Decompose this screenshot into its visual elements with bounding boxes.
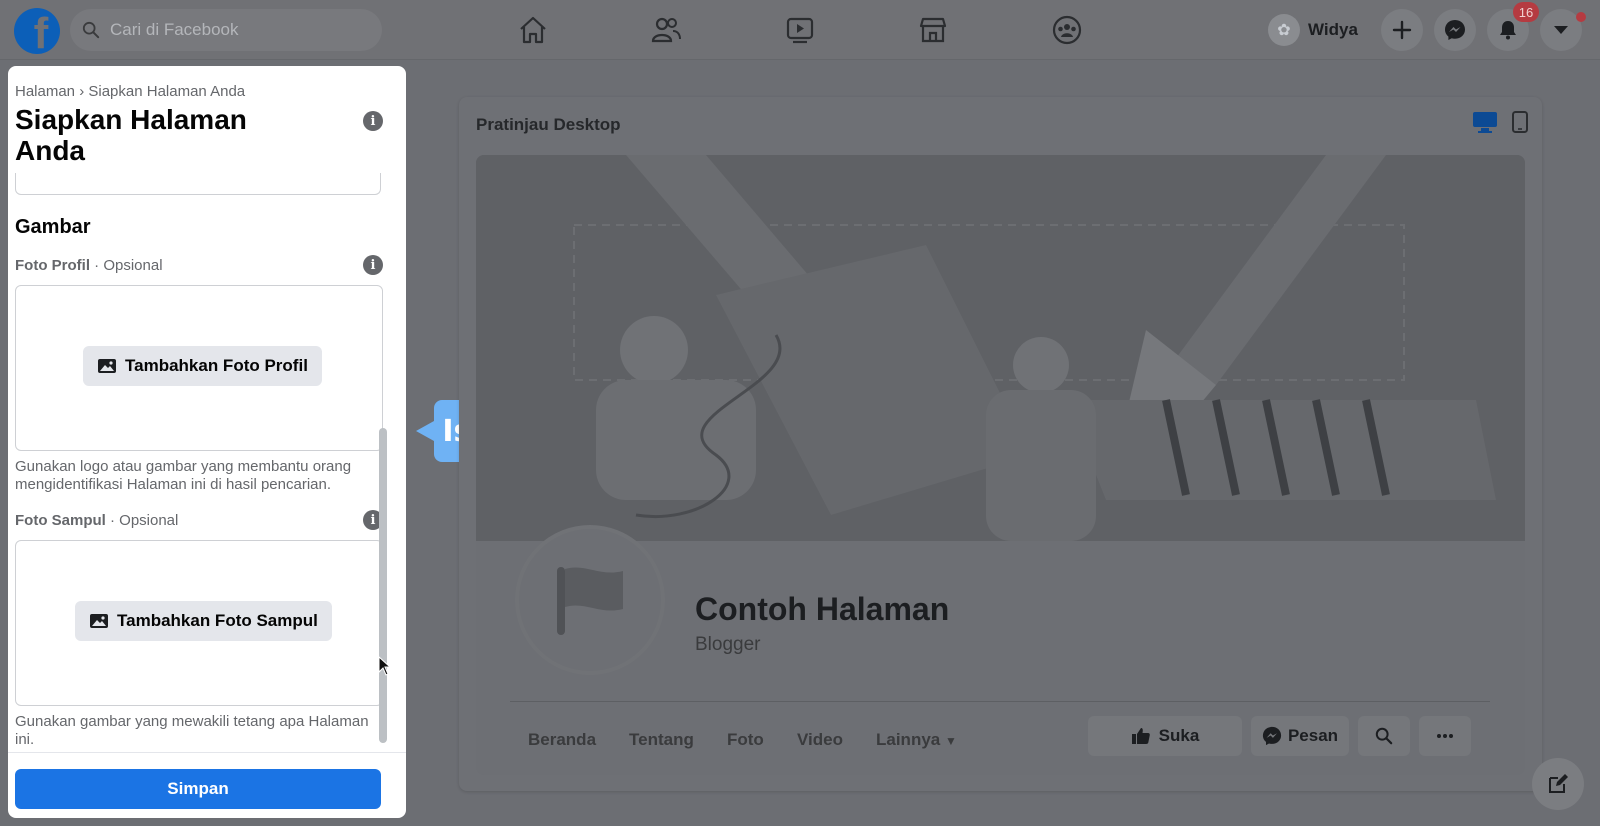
watch-icon[interactable] <box>784 14 816 46</box>
preview-device-switcher <box>1472 111 1528 133</box>
avatar: ✿ <box>1268 14 1300 46</box>
marketplace-icon[interactable] <box>917 14 949 46</box>
page-name: Contoh Halaman <box>695 591 950 627</box>
tooltip-arrow <box>416 421 434 441</box>
breadcrumb[interactable]: Halaman › Siapkan Halaman Anda <box>15 83 245 100</box>
like-button[interactable]: Suka <box>1088 716 1242 756</box>
previous-text-field[interactable] <box>15 173 381 195</box>
groups-icon[interactable] <box>1051 14 1083 46</box>
profile-shortcut[interactable]: ✿ Widya <box>1268 12 1358 48</box>
bell-icon <box>1500 21 1516 40</box>
friends-icon[interactable] <box>650 14 682 46</box>
messenger-button[interactable] <box>1434 9 1476 51</box>
tab-lainnya[interactable]: Lainnya ▼ <box>876 730 957 750</box>
chevron-down-icon: ▼ <box>944 734 957 748</box>
caret-down-icon <box>1554 26 1568 34</box>
cover-illustration <box>476 155 1525 541</box>
preview-divider <box>510 701 1490 702</box>
tab-beranda[interactable]: Beranda <box>528 730 596 750</box>
facebook-logo[interactable]: f <box>14 8 60 54</box>
image-icon <box>90 614 108 628</box>
page-category: Blogger <box>695 634 761 655</box>
flag-icon <box>557 567 623 635</box>
add-cover-photo-button[interactable]: Tambahkan Foto Sampul <box>75 601 332 641</box>
profile-photo-dropzone[interactable]: Tambahkan Foto Profil <box>15 285 383 451</box>
images-section-title: Gambar <box>15 216 91 238</box>
cover-photo-hint: Gunakan gambar yang mewakili tetang apa … <box>15 713 369 748</box>
message-button[interactable]: Pesan <box>1251 716 1349 756</box>
messenger-icon <box>1445 20 1465 40</box>
tab-tentang[interactable]: Tentang <box>629 730 694 750</box>
search-placeholder: Cari di Facebook <box>110 20 239 39</box>
save-button[interactable]: Simpan <box>15 769 381 809</box>
mobile-icon[interactable] <box>1512 111 1528 133</box>
setup-page-panel: Halaman › Siapkan Halaman Anda Siapkan H… <box>8 66 406 818</box>
profile-photo-hint: Gunakan logo atau gambar yang membantu o… <box>15 458 352 493</box>
info-icon[interactable]: i <box>363 111 383 131</box>
panel-scrollbar[interactable] <box>379 428 387 743</box>
top-navigation-bar: f Cari di Facebook ✿ Widya 16 <box>0 0 1600 60</box>
user-name: Widya <box>1308 20 1358 39</box>
home-icon[interactable] <box>517 14 549 46</box>
profile-photo-info-icon[interactable]: i <box>363 255 383 275</box>
page-preview: Contoh Halaman Blogger Beranda Tentang F… <box>476 155 1525 775</box>
tab-video[interactable]: Video <box>797 730 843 750</box>
compose-button[interactable] <box>1532 758 1584 810</box>
create-button[interactable] <box>1381 9 1423 51</box>
profile-photo-label: Foto Profil · Opsional <box>15 257 163 274</box>
cover-photo-label: Foto Sampul · Opsional <box>15 512 179 529</box>
page-title: Siapkan Halaman Anda <box>15 104 247 166</box>
account-alert-dot <box>1576 12 1586 22</box>
search-icon <box>1375 727 1393 745</box>
search-bar[interactable]: Cari di Facebook <box>70 9 382 51</box>
search-icon <box>82 21 100 39</box>
notification-badge: 16 <box>1513 2 1539 22</box>
desktop-icon[interactable] <box>1472 111 1498 133</box>
plus-icon <box>1392 20 1412 40</box>
mouse-cursor-icon <box>378 656 392 676</box>
cover-photo-dropzone[interactable]: Tambahkan Foto Sampul <box>15 540 383 706</box>
desktop-preview-card: Pratinjau Desktop Contoh Halaman Blogger… <box>459 97 1542 791</box>
preview-title: Pratinjau Desktop <box>476 115 621 134</box>
add-profile-photo-button[interactable]: Tambahkan Foto Profil <box>83 346 322 386</box>
more-options-button[interactable] <box>1419 716 1471 756</box>
messenger-icon <box>1262 726 1282 746</box>
page-avatar <box>515 525 665 675</box>
panel-divider <box>8 752 406 753</box>
image-icon <box>98 359 116 373</box>
more-dots-icon <box>1437 734 1453 738</box>
tab-foto[interactable]: Foto <box>727 730 764 750</box>
edit-icon <box>1549 774 1568 793</box>
page-search-button[interactable] <box>1358 716 1410 756</box>
thumbs-up-icon <box>1131 728 1150 744</box>
